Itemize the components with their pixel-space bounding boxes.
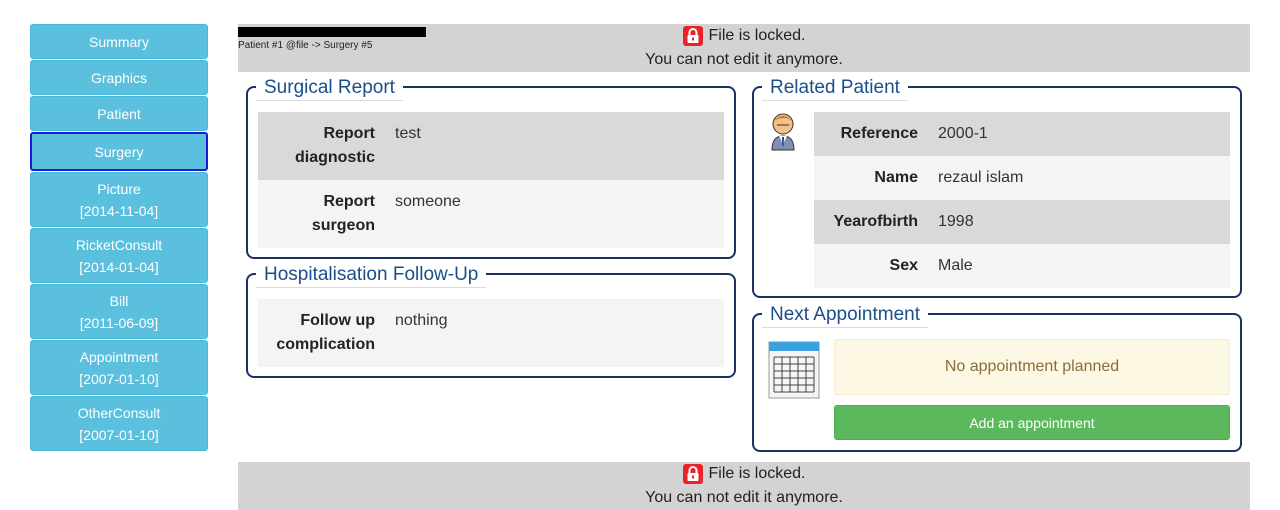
panel-title: Hospitalisation Follow-Up	[256, 263, 487, 288]
no-appointment-alert: No appointment planned	[834, 339, 1230, 395]
row-value: someone	[395, 193, 461, 210]
lock-message: File is locked.	[708, 465, 806, 482]
calendar-icon	[768, 341, 820, 399]
row-value: 1998	[938, 213, 974, 230]
table-row: Report diagnostic test	[258, 112, 724, 180]
panel-title: Surgical Report	[256, 76, 403, 101]
table-row: Report surgeon someone	[258, 180, 724, 248]
sidebar-item-summary[interactable]: Summary	[30, 24, 208, 59]
related-patient-table: Reference 2000-1 Name rezaul islam Yearo…	[814, 112, 1230, 288]
sidebar-item-bill[interactable]: Bill [2011-06-09]	[30, 284, 208, 339]
row-value: test	[395, 125, 421, 142]
row-key: Yearofbirth	[833, 213, 918, 230]
row-key: Reference	[840, 125, 918, 142]
sidebar-nav: Summary Graphics Patient Surgery Picture…	[30, 24, 208, 452]
sidebar-item-date: [2014-11-04]	[79, 202, 159, 219]
sidebar-item-label: Graphics	[90, 69, 148, 86]
row-value: 2000-1	[938, 125, 988, 142]
lock-icon	[682, 464, 703, 484]
panel-title: Related Patient	[762, 76, 908, 101]
surgical-report-panel: Surgical Report Report diagnostic test R…	[246, 76, 736, 259]
sidebar-item-date: [2011-06-09]	[79, 314, 159, 331]
row-value: nothing	[395, 312, 448, 329]
row-key: Report surgeon	[311, 193, 375, 234]
sidebar-item-picture[interactable]: Picture [2014-11-04]	[30, 172, 208, 227]
sidebar-item-date: [2007-01-10]	[79, 426, 159, 443]
add-appointment-button[interactable]: Add an appointment	[834, 405, 1230, 440]
sidebar-item-date: [2007-01-10]	[79, 370, 159, 387]
lock-banner-top: Patient #1 @file -> Surgery #5 File is l…	[238, 24, 1250, 72]
table-row: Sex Male	[814, 244, 1230, 288]
row-key: Name	[874, 169, 918, 186]
row-key: Follow up complication	[276, 312, 375, 353]
surgical-report-table: Report diagnostic test Report surgeon so…	[258, 112, 724, 248]
breadcrumb: Patient #1 @file -> Surgery #5	[238, 40, 373, 51]
lock-submessage: You can not edit it anymore.	[645, 489, 843, 506]
lock-message: File is locked.	[708, 27, 806, 44]
sidebar-item-date: [2014-01-04]	[79, 258, 159, 275]
sidebar-item-label: Bill	[109, 292, 129, 309]
sidebar-item-label: Patient	[97, 105, 141, 122]
sidebar-item-surgery[interactable]: Surgery	[30, 132, 208, 171]
sidebar-item-label: RicketConsult	[75, 236, 163, 253]
lock-submessage: You can not edit it anymore.	[645, 51, 843, 68]
row-key: Sex	[889, 257, 918, 274]
row-value: rezaul islam	[938, 169, 1024, 186]
sidebar-item-label: Surgery	[94, 143, 144, 160]
hospitalisation-table: Follow up complication nothing	[258, 299, 724, 367]
row-value: Male	[938, 257, 973, 274]
table-row: Follow up complication nothing	[258, 299, 724, 367]
redacted-bar	[238, 27, 426, 37]
sidebar-item-label: Summary	[89, 33, 149, 50]
table-row: Name rezaul islam	[814, 156, 1230, 200]
lock-banner-bottom: File is locked. You can not edit it anym…	[238, 462, 1250, 510]
related-patient-panel: Related Patient Reference 2000-1 Name re…	[752, 76, 1242, 298]
sidebar-item-label: OtherConsult	[77, 404, 161, 421]
sidebar-item-appointment[interactable]: Appointment [2007-01-10]	[30, 340, 208, 395]
lock-icon	[682, 26, 703, 46]
sidebar-item-label: Picture	[97, 180, 141, 197]
sidebar-item-otherconsult[interactable]: OtherConsult [2007-01-10]	[30, 396, 208, 451]
patient-avatar-icon	[768, 110, 798, 152]
next-appointment-panel: Next Appointment No appointment planned …	[752, 303, 1242, 452]
sidebar-item-graphics[interactable]: Graphics	[30, 60, 208, 95]
sidebar-item-label: Appointment	[79, 348, 159, 365]
sidebar-item-ricketconsult[interactable]: RicketConsult [2014-01-04]	[30, 228, 208, 283]
table-row: Yearofbirth 1998	[814, 200, 1230, 244]
sidebar-item-patient[interactable]: Patient	[30, 96, 208, 131]
row-key: Report diagnostic	[294, 125, 375, 166]
hospitalisation-panel: Hospitalisation Follow-Up Follow up comp…	[246, 263, 736, 378]
table-row: Reference 2000-1	[814, 112, 1230, 156]
panel-title: Next Appointment	[762, 303, 928, 328]
